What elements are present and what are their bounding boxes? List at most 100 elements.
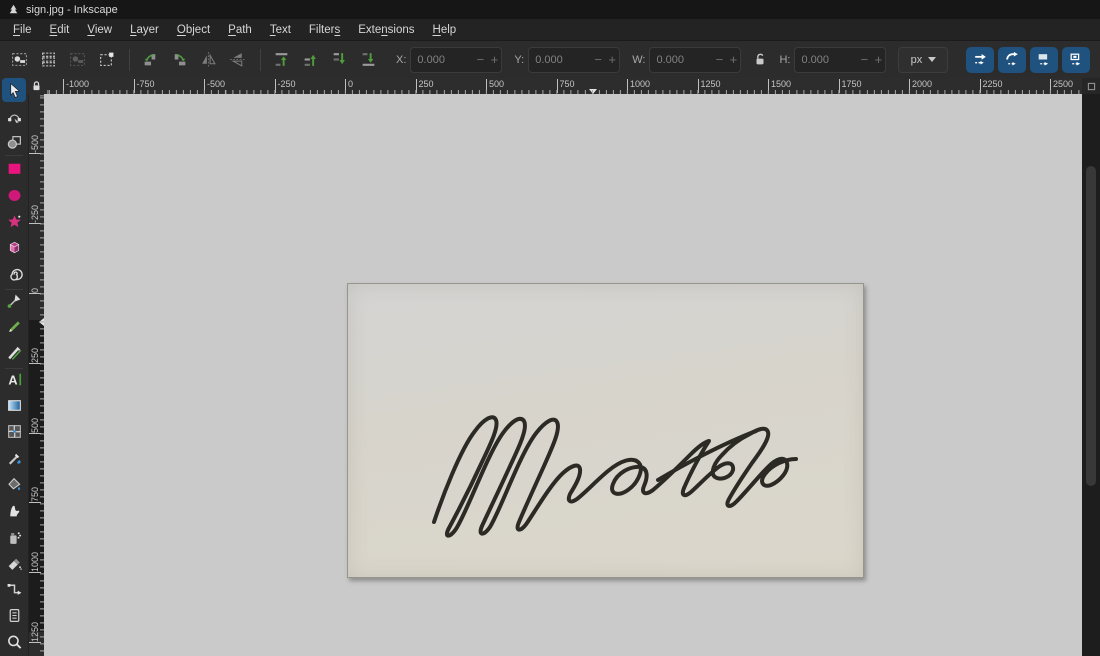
- rotate-cw-button[interactable]: [166, 47, 193, 73]
- h-input[interactable]: 0.000 − +: [794, 46, 887, 73]
- select-all-layers-button[interactable]: [35, 47, 62, 73]
- lower-to-bottom-button[interactable]: [355, 47, 382, 73]
- deselect-button[interactable]: [64, 47, 91, 73]
- menu-filters[interactable]: Filters: [300, 22, 349, 38]
- ruler-label: -250: [30, 205, 40, 224]
- menu-path[interactable]: Path: [219, 22, 261, 38]
- select-all-button[interactable]: [6, 47, 33, 73]
- pen-icon: [7, 294, 20, 308]
- tool-pen[interactable]: [2, 288, 26, 312]
- ruler-label: -500: [204, 79, 225, 93]
- tool-dropper[interactable]: [2, 446, 26, 470]
- tool-connector[interactable]: [2, 578, 26, 602]
- toolbox: A: [0, 78, 29, 656]
- tool-eraser[interactable]: [2, 551, 26, 575]
- tool-node-editor[interactable]: [2, 104, 26, 128]
- tool-pencil[interactable]: [2, 315, 26, 339]
- x-decrement[interactable]: −: [473, 52, 487, 67]
- menu-file[interactable]: File: [4, 22, 41, 38]
- calligraphy-icon: [7, 347, 21, 361]
- ruler-label: 1000: [627, 79, 650, 93]
- ruler-shaded-region: [28, 320, 44, 632]
- y-increment[interactable]: +: [605, 52, 619, 67]
- scale-stroke-toggle[interactable]: [966, 46, 994, 73]
- selector-arrow-icon: [9, 82, 20, 98]
- signature-image[interactable]: [347, 283, 864, 578]
- rotate-ccw-button[interactable]: [137, 47, 164, 73]
- w-increment[interactable]: +: [726, 52, 740, 67]
- menu-view[interactable]: View: [78, 22, 121, 38]
- scale-pattern-toggle[interactable]: [1062, 46, 1090, 73]
- tool-shape-builder[interactable]: [2, 131, 26, 155]
- y-decrement[interactable]: −: [591, 52, 605, 67]
- lock-guides-toggle[interactable]: [28, 78, 44, 94]
- h-increment[interactable]: +: [871, 52, 885, 67]
- ruler-label: 1000: [30, 552, 40, 573]
- menu-text[interactable]: Text: [261, 22, 300, 38]
- horizontal-ruler[interactable]: -1000 -750 -500 -250 0 250 500 750 1000 1250 1500 1…: [44, 78, 1082, 94]
- toolbar-separator: [129, 48, 130, 71]
- svg-text:A: A: [8, 372, 17, 387]
- scale-corners-toggle[interactable]: [998, 46, 1026, 73]
- toolbox-separator: [5, 155, 23, 156]
- tool-mesh-gradient[interactable]: [2, 420, 26, 444]
- tool-gradient[interactable]: [2, 394, 26, 418]
- ruler-label: 1500: [768, 79, 791, 93]
- menubar: File Edit View Layer Object Path Text Filters Ex…: [0, 19, 1100, 41]
- tool-box-3d[interactable]: [2, 236, 26, 260]
- ruler-label: -500: [30, 135, 40, 154]
- vertical-scrollbar[interactable]: [1082, 78, 1100, 656]
- ruler-tick: [28, 293, 41, 294]
- x-input[interactable]: 0.000 − +: [410, 46, 503, 73]
- tool-paint-bucket[interactable]: [2, 472, 26, 496]
- menu-object[interactable]: Object: [168, 22, 219, 38]
- lock-icon: [32, 81, 40, 91]
- chevron-down-icon: [928, 57, 937, 62]
- menu-layer[interactable]: Layer: [121, 22, 168, 38]
- h-decrement[interactable]: −: [857, 52, 871, 67]
- unit-dropdown[interactable]: px: [898, 46, 949, 73]
- eraser-icon: [8, 558, 22, 570]
- tool-ellipse[interactable]: [2, 183, 26, 207]
- menu-extensions[interactable]: Extensions: [349, 22, 423, 38]
- window-title: sign.jpg - Inkscape: [26, 3, 118, 16]
- tool-text[interactable]: A: [2, 367, 26, 391]
- canvas[interactable]: [44, 94, 1082, 656]
- pages-icon: [9, 609, 19, 623]
- w-field: W: 0.000 − +: [632, 46, 742, 73]
- lower-button[interactable]: [326, 47, 353, 73]
- tool-calligraphy[interactable]: [2, 341, 26, 365]
- menu-edit[interactable]: Edit: [41, 22, 79, 38]
- tool-rectangle[interactable]: [2, 157, 26, 181]
- raise-to-top-button[interactable]: [268, 47, 295, 73]
- flip-horizontal-button[interactable]: [195, 47, 222, 73]
- tool-zoom[interactable]: [2, 630, 26, 654]
- ruler-tick: [28, 572, 41, 574]
- flip-vertical-button[interactable]: [224, 47, 251, 73]
- vertical-ruler[interactable]: -500 -250 0 250 500 750 1000 1250: [28, 94, 44, 656]
- spray-icon: [9, 531, 21, 544]
- lock-ratio-toggle[interactable]: [753, 52, 767, 67]
- ruler-label: 500: [30, 417, 40, 433]
- ruler-tick: [28, 223, 41, 225]
- tool-selector[interactable]: [2, 78, 26, 102]
- tool-spray[interactable]: [2, 525, 26, 549]
- titlebar: sign.jpg - Inkscape: [0, 0, 1100, 19]
- ruler-tick: [28, 153, 41, 155]
- tool-tweak[interactable]: [2, 499, 26, 523]
- selection-frame-button[interactable]: [93, 47, 120, 73]
- w-decrement[interactable]: −: [712, 52, 726, 67]
- tool-spiral[interactable]: [2, 262, 26, 286]
- scale-gradient-toggle[interactable]: [1030, 46, 1058, 73]
- mesh-gradient-icon: [7, 425, 21, 439]
- x-label: X:: [396, 53, 407, 66]
- scrollbar-thumb[interactable]: [1086, 166, 1096, 486]
- y-input[interactable]: 0.000 − +: [528, 46, 621, 73]
- x-increment[interactable]: +: [487, 52, 501, 67]
- tool-star[interactable]: [2, 209, 26, 233]
- star-icon: [7, 215, 21, 228]
- raise-button[interactable]: [297, 47, 324, 73]
- menu-help[interactable]: Help: [424, 22, 466, 38]
- w-input[interactable]: 0.000 − +: [649, 46, 742, 73]
- tool-pages[interactable]: [2, 604, 26, 628]
